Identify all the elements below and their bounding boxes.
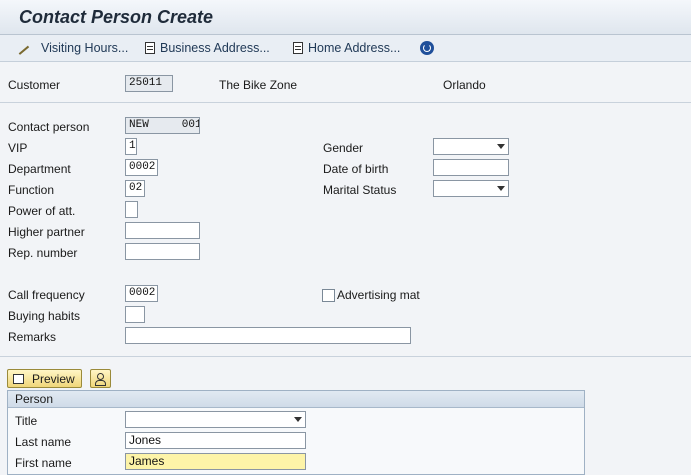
call-frequency-label: Call frequency xyxy=(8,288,85,302)
business-address-label: Business Address... xyxy=(160,41,270,55)
vip-label: VIP xyxy=(8,141,28,155)
buying-habits-label: Buying habits xyxy=(8,309,81,323)
contact-person-label: Contact person xyxy=(8,120,90,134)
printer-icon xyxy=(13,373,24,384)
first-name-label: First name xyxy=(15,456,72,470)
vip-field[interactable]: 1 xyxy=(125,138,137,155)
title-dropdown[interactable] xyxy=(125,411,306,428)
refresh-button[interactable] xyxy=(420,39,439,57)
rep-number-label: Rep. number xyxy=(8,246,78,260)
chevron-down-icon[interactable] xyxy=(497,186,505,191)
department-field[interactable]: 0002 xyxy=(125,159,158,176)
last-name-label: Last name xyxy=(15,435,72,449)
gender-dropdown[interactable]: unknown xyxy=(433,138,509,155)
gender-value: unknown xyxy=(450,154,498,155)
address-doc-icon xyxy=(145,42,155,54)
customer-name: The Bike Zone xyxy=(219,78,298,92)
rep-number-field[interactable] xyxy=(125,243,200,260)
title-label: Title xyxy=(15,414,38,428)
home-address-button[interactable]: Home Address... xyxy=(293,39,400,57)
higher-partner-field[interactable] xyxy=(125,222,200,239)
person-group-header: Person xyxy=(8,391,584,408)
advertising-mat-checkbox[interactable] xyxy=(322,289,335,302)
last-name-field[interactable]: Jones xyxy=(125,432,306,449)
application-toolbar: Visiting Hours... Business Address... Ho… xyxy=(0,35,691,62)
gender-label: Gender xyxy=(323,141,364,155)
higher-partner-label: Higher partner xyxy=(8,225,85,239)
remarks-field[interactable] xyxy=(125,327,411,344)
marital-status-dropdown[interactable] xyxy=(433,180,509,197)
preview-button[interactable]: Preview xyxy=(7,369,82,388)
power-of-att-field[interactable] xyxy=(125,201,138,218)
window-title: Contact Person Create xyxy=(19,7,214,27)
customer-label: Customer xyxy=(8,78,61,92)
visiting-hours-label: Visiting Hours... xyxy=(41,41,129,55)
advertising-mat-label: Advertising mat xyxy=(337,288,420,302)
date-of-birth-label: Date of birth xyxy=(323,162,389,176)
contact-person-field[interactable]: NEW 001 xyxy=(125,117,200,134)
glasses-icon xyxy=(14,41,30,55)
buying-habits-field[interactable] xyxy=(125,306,145,323)
home-address-label: Home Address... xyxy=(308,41,401,55)
person-group-title: Person xyxy=(15,392,54,406)
person-group: Person Title Last name Jones First name … xyxy=(7,390,585,475)
customer-number-field[interactable]: 25011 xyxy=(125,75,173,92)
date-of-birth-field[interactable] xyxy=(433,159,509,176)
call-frequency-field[interactable]: 0002 xyxy=(125,285,158,302)
separator xyxy=(0,356,691,357)
chevron-down-icon[interactable] xyxy=(497,144,505,149)
refresh-icon xyxy=(420,41,434,55)
remarks-label: Remarks xyxy=(8,330,57,344)
business-address-button[interactable]: Business Address... xyxy=(145,39,270,57)
address-doc-icon xyxy=(293,42,303,54)
visiting-hours-button[interactable]: Visiting Hours... xyxy=(14,39,129,57)
function-field[interactable]: 02 xyxy=(125,180,145,197)
person-icon xyxy=(94,372,106,386)
department-label: Department xyxy=(8,162,71,176)
function-label: Function xyxy=(8,183,55,197)
customer-city: Orlando xyxy=(443,78,486,92)
power-of-att-label: Power of att. xyxy=(8,204,76,218)
separator xyxy=(0,102,691,103)
personal-data-button[interactable] xyxy=(90,369,111,388)
first-name-field[interactable]: James xyxy=(125,453,306,470)
marital-status-label: Marital Status xyxy=(323,183,397,197)
preview-label: Preview xyxy=(32,371,75,386)
title-bar: Contact Person Create xyxy=(0,0,691,35)
chevron-down-icon[interactable] xyxy=(294,417,302,422)
